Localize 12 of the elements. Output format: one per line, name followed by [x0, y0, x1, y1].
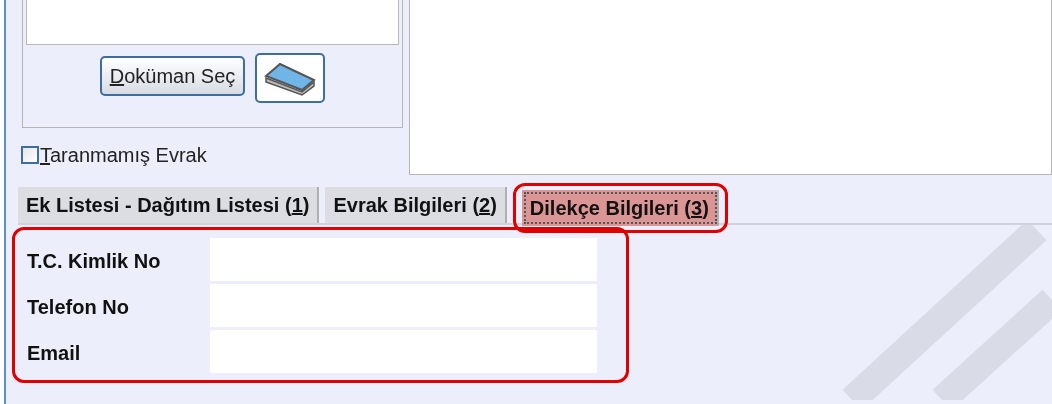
field-label: Email	[27, 341, 82, 366]
field-label: Telefon No	[27, 295, 130, 320]
unscanned-checkbox-label[interactable]: Taranmamış Evrak	[21, 140, 403, 170]
field-label: T.C. Kimlik No	[27, 249, 162, 274]
tab[interactable]: Dilekçe Bilgileri (3)	[521, 190, 719, 226]
tab[interactable]: Evrak Bilgileri (2)	[325, 187, 507, 223]
select-document-button[interactable]: Doküman Seç	[99, 56, 246, 96]
unscanned-document-label: Taranmamış Evrak	[40, 143, 207, 168]
scan-button[interactable]	[255, 53, 326, 103]
checkbox[interactable]	[21, 146, 39, 164]
document-list[interactable]	[26, 0, 399, 45]
tab[interactable]: Ek Listesi - Dağıtım Listesi (1)	[18, 187, 320, 223]
